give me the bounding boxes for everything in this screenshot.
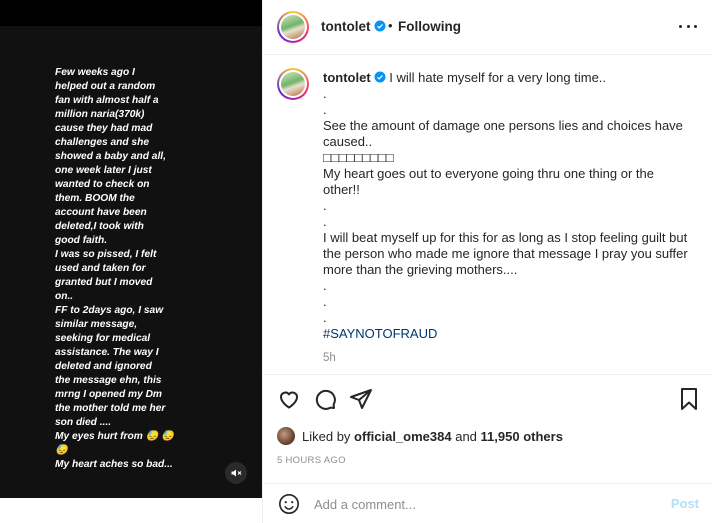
media-top-bar [0, 0, 262, 26]
post-media[interactable]: Few weeks ago I helped out a random fan … [0, 0, 262, 523]
more-options-button[interactable] [679, 17, 697, 35]
comment-input[interactable] [314, 495, 634, 513]
speaker-muted-icon [231, 469, 242, 477]
post-comment-button[interactable]: Post [671, 496, 699, 511]
bookmark-icon[interactable] [677, 387, 701, 411]
post-detail-panel: tontolet • Following tontolet I will hat… [262, 0, 712, 523]
verified-badge-icon [374, 20, 385, 32]
emoji-icon[interactable] [278, 493, 300, 515]
heart-icon[interactable] [277, 387, 301, 411]
caption-text: tontolet I will hate myself for a very l… [323, 70, 691, 342]
caption-body: I will hate myself for a very long time.… [323, 70, 688, 325]
likes-summary: Liked by official_ome384 and 11,950 othe… [277, 427, 563, 445]
liker-username[interactable]: official_ome384 [354, 429, 452, 444]
more-dot-icon [679, 24, 682, 28]
comment-icon[interactable] [313, 387, 337, 411]
header-separator: • [388, 18, 393, 33]
header-username[interactable]: tontolet [321, 19, 386, 34]
verified-badge-icon [374, 71, 386, 83]
post-actions: Liked by official_ome384 and 11,950 othe… [263, 374, 712, 523]
more-dot-icon [686, 24, 690, 28]
avatar[interactable] [277, 11, 309, 43]
caption-avatar[interactable] [277, 68, 309, 100]
profile-picture [281, 15, 305, 39]
likes-count[interactable]: 11,950 others [481, 429, 563, 444]
profile-picture [281, 72, 305, 96]
username-label[interactable]: tontolet [321, 19, 371, 34]
media-bottom-bar [0, 498, 262, 523]
hashtag-link[interactable]: #SAYNOTOFRAUD [323, 326, 437, 341]
post-header: tontolet • Following [263, 0, 712, 55]
more-dot-icon [694, 24, 697, 28]
comment-bar: Post [263, 483, 712, 523]
liker-avatar[interactable] [277, 427, 295, 445]
caption-username[interactable]: tontolet [323, 70, 371, 85]
story-text: Few weeks ago I helped out a random fan … [55, 67, 174, 470]
likes-conjunction: and [455, 428, 477, 444]
following-button[interactable]: Following [398, 19, 461, 34]
caption-age[interactable]: 5h [323, 352, 336, 364]
caption-section: tontolet I will hate myself for a very l… [263, 56, 712, 374]
mute-button[interactable] [225, 462, 247, 484]
post-timestamp[interactable]: 5 HOURS AGO [277, 455, 346, 466]
likes-prefix: Liked by [302, 428, 351, 444]
share-icon[interactable] [349, 387, 373, 411]
